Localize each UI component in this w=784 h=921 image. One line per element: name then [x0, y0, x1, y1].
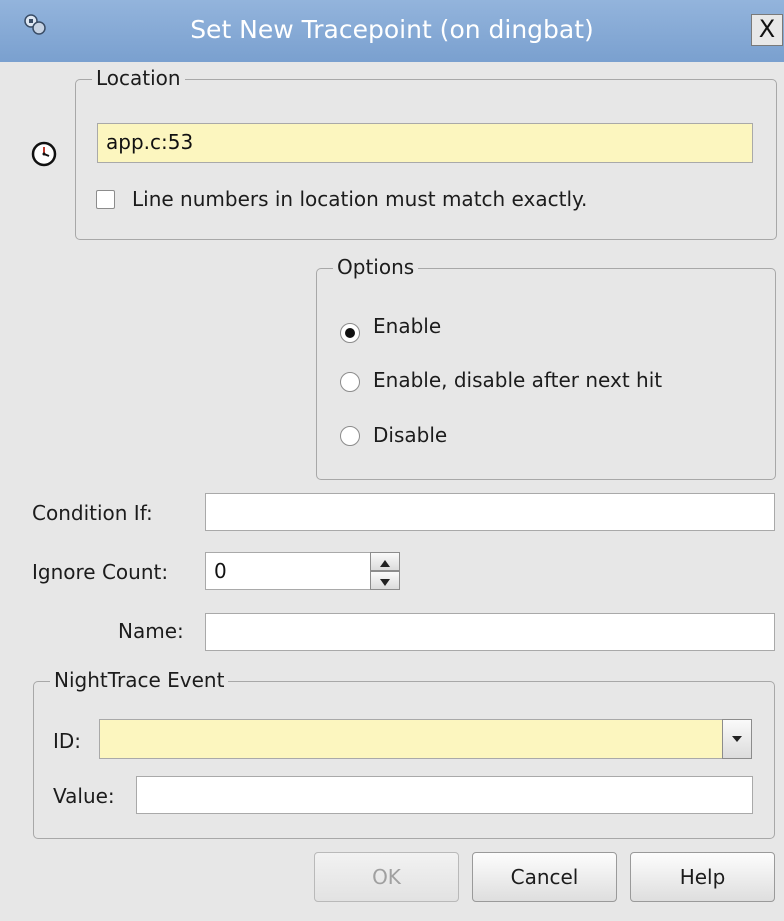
title-bar[interactable]: Set New Tracepoint (on dingbat) X: [0, 0, 784, 63]
radio-disable-label: Disable: [373, 423, 448, 447]
event-id-label: ID:: [53, 729, 82, 753]
nighttrace-group: NightTrace Event: [33, 667, 775, 839]
cancel-button-label: Cancel: [510, 865, 579, 889]
dialog-body: Location app.c:53 Line numbers in locati…: [0, 62, 784, 921]
arrow-up-icon: [380, 560, 390, 567]
condition-label: Condition If:: [32, 501, 153, 525]
chevron-down-icon: [732, 736, 742, 742]
radio-enable[interactable]: [340, 323, 360, 343]
location-input[interactable]: app.c:53: [97, 123, 753, 163]
help-button-label: Help: [679, 865, 726, 889]
radio-enable-label: Enable: [373, 314, 442, 338]
ignore-count-value: 0: [214, 559, 227, 583]
help-button[interactable]: Help: [630, 852, 775, 902]
event-value-input[interactable]: [136, 776, 753, 814]
name-input[interactable]: [205, 613, 775, 651]
event-id-dropdown-button[interactable]: [722, 719, 752, 759]
name-label: Name:: [118, 619, 184, 643]
tracepoint-clock-icon: [31, 141, 57, 167]
ok-button[interactable]: OK: [314, 852, 459, 902]
condition-input[interactable]: [205, 493, 775, 531]
ok-button-label: OK: [372, 865, 401, 889]
close-button[interactable]: X: [751, 14, 783, 46]
location-input-value: app.c:53: [106, 130, 194, 154]
radio-enable-disable-after-hit[interactable]: [340, 372, 360, 392]
arrow-down-icon: [380, 579, 390, 586]
ignore-count-label: Ignore Count:: [32, 560, 169, 584]
close-icon: X: [758, 15, 776, 43]
location-legend: Location: [92, 65, 185, 91]
radio-disable[interactable]: [340, 426, 360, 446]
ignore-count-increment[interactable]: [370, 552, 400, 571]
ignore-count-input[interactable]: 0: [205, 552, 370, 590]
event-value-label: Value:: [53, 784, 115, 808]
exact-match-label: Line numbers in location must match exac…: [132, 187, 588, 211]
window-title: Set New Tracepoint (on dingbat): [190, 15, 594, 44]
exact-match-checkbox[interactable]: [96, 190, 115, 209]
options-legend: Options: [333, 254, 419, 280]
ignore-count-decrement[interactable]: [370, 571, 400, 590]
cancel-button[interactable]: Cancel: [472, 852, 617, 902]
radio-enable-disable-after-hit-label: Enable, disable after next hit: [373, 368, 663, 392]
nighttrace-legend: NightTrace Event: [50, 667, 229, 693]
event-id-combobox[interactable]: [99, 719, 723, 759]
